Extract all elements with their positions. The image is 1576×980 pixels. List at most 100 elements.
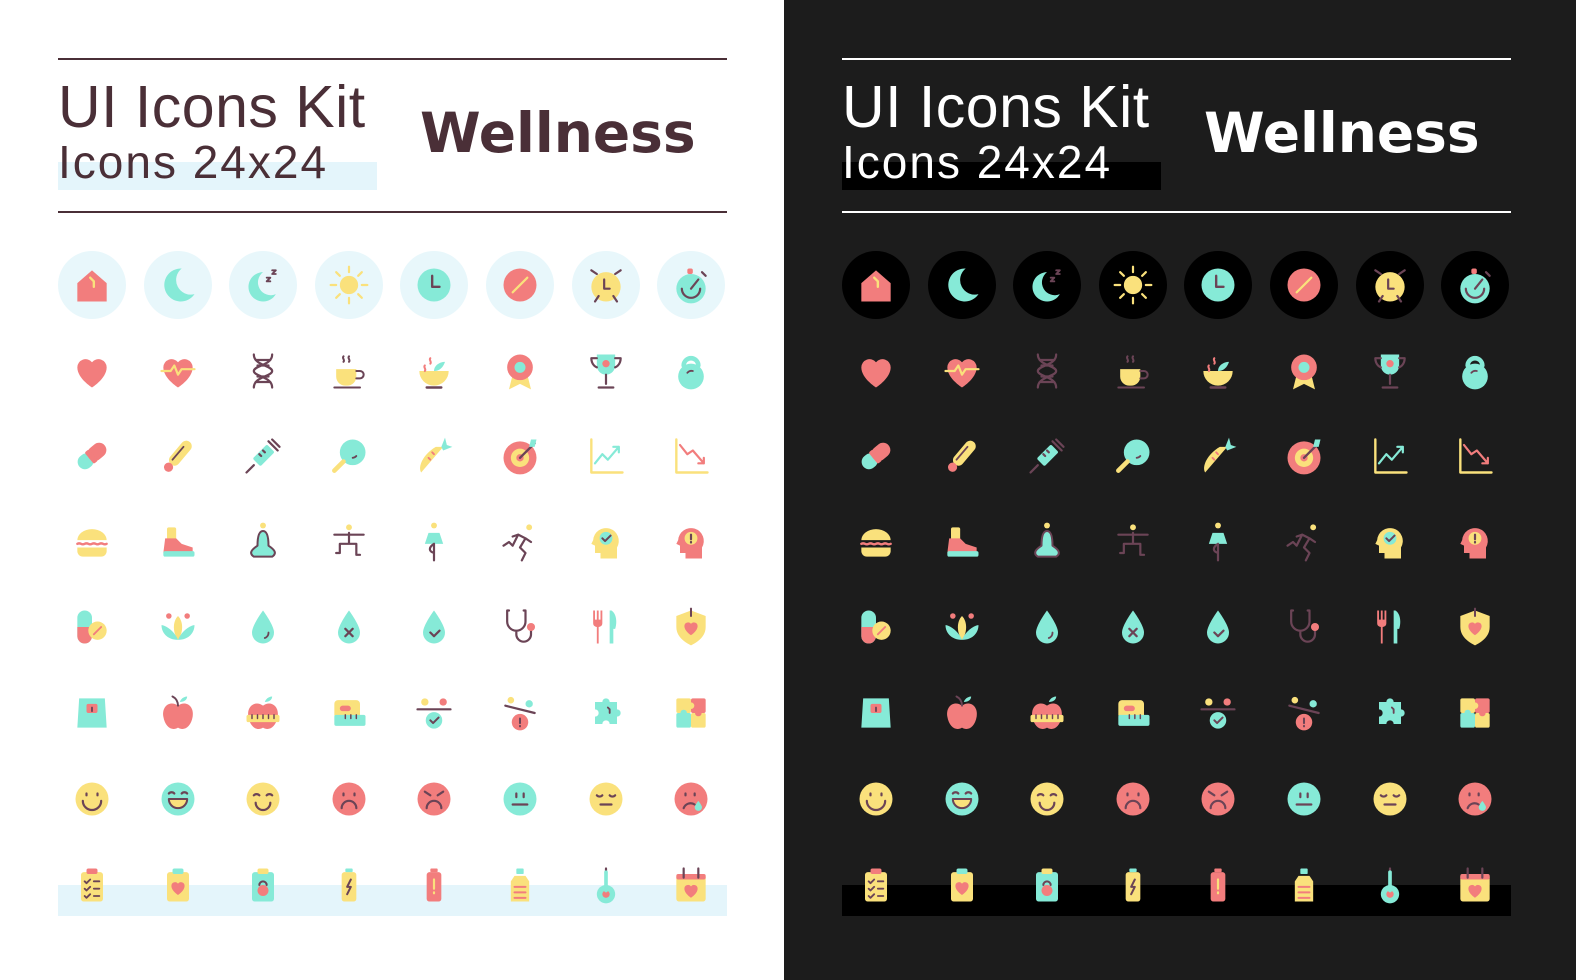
sun-icon (315, 251, 383, 319)
trophy-glyph (590, 354, 622, 389)
clock-glyph (417, 268, 451, 302)
running-glyph (1286, 524, 1317, 562)
lollipop-glyph (1116, 439, 1150, 473)
stethoscope-glyph (1290, 609, 1320, 643)
sad-glyph (1116, 782, 1150, 816)
battery-charge-icon (1099, 851, 1167, 919)
trophy-icon (1356, 337, 1424, 405)
pills-glyph (861, 610, 891, 644)
home-icon (58, 251, 126, 319)
health-shield-glyph (1460, 607, 1490, 646)
calendar-heart-icon (657, 851, 725, 919)
apple-glyph (947, 695, 977, 730)
capsule-icon (58, 422, 126, 490)
clipboard-kettlebell-icon (1013, 851, 1081, 919)
chart-up-icon (1356, 422, 1424, 490)
dna-glyph (252, 353, 274, 389)
lotus-icon (928, 593, 996, 661)
heartbeat-icon (928, 337, 996, 405)
target-icon (1270, 422, 1338, 490)
water-drop-glyph (252, 610, 274, 644)
mental-health-check-icon (572, 508, 640, 576)
sad-icon (315, 765, 383, 833)
pill-tablet-icon (486, 251, 554, 319)
moon-icon (928, 251, 996, 319)
mental-health-alert-icon (657, 508, 725, 576)
syringe-icon (1013, 422, 1081, 490)
yoga-stretch-icon (315, 508, 383, 576)
weight-scale-icon (842, 679, 910, 747)
calm-icon (572, 765, 640, 833)
tea-cup-glyph (1117, 355, 1149, 389)
thermometer-low-icon (572, 851, 640, 919)
measuring-tape-glyph (334, 700, 366, 726)
carrot-icon (1184, 422, 1252, 490)
clipboard-kettlebell-icon (229, 851, 297, 919)
weight-scale-glyph (861, 698, 891, 728)
battery-charge-glyph (1125, 868, 1141, 902)
lollipop-icon (315, 422, 383, 490)
puzzle-glyph (1460, 698, 1490, 728)
heart-glyph (861, 359, 891, 388)
mental-health-alert-glyph (676, 528, 704, 559)
sleep-icon (1013, 251, 1081, 319)
lollipop-glyph (332, 439, 366, 473)
home-glyph (861, 270, 891, 302)
sleep-glyph (1032, 269, 1061, 302)
puzzle-piece-glyph (595, 698, 621, 724)
pills-icon (842, 593, 910, 661)
health-shield-icon (657, 593, 725, 661)
capsule-glyph (861, 442, 891, 470)
water-drop-check-icon (400, 593, 468, 661)
tea-cup-icon (315, 337, 383, 405)
neutral-icon (486, 765, 554, 833)
tea-cup-icon (1099, 337, 1167, 405)
laugh-icon (144, 765, 212, 833)
sleep-glyph (248, 269, 277, 302)
burger-icon (58, 508, 126, 576)
health-shield-glyph (676, 607, 706, 646)
heart-icon (58, 337, 126, 405)
stethoscope-icon (486, 593, 554, 661)
neutral-glyph (1287, 782, 1321, 816)
healthy-bowl-icon (1184, 337, 1252, 405)
dna-icon (1013, 337, 1081, 405)
sad-icon (1099, 765, 1167, 833)
thermometer-low-glyph (1380, 867, 1400, 904)
angry-icon (400, 765, 468, 833)
water-bottle-icon (486, 851, 554, 919)
award-badge-glyph (507, 354, 533, 390)
burger-glyph (76, 529, 108, 557)
home-glyph (77, 270, 107, 302)
battery-charge-glyph (341, 868, 357, 902)
water-bottle-glyph (1294, 868, 1314, 902)
lotus-glyph (945, 613, 979, 640)
sleep-icon (229, 251, 297, 319)
healthy-bowl-icon (400, 337, 468, 405)
carrot-glyph (1204, 437, 1237, 473)
measuring-tape-icon (315, 679, 383, 747)
checklist-icon (842, 851, 910, 919)
clock-icon (400, 251, 468, 319)
calm-glyph (589, 782, 623, 816)
yoga-stretch-glyph (1117, 524, 1149, 556)
apple-icon (144, 679, 212, 747)
heartbeat-icon (144, 337, 212, 405)
crying-glyph (1458, 782, 1492, 816)
mental-health-check-glyph (591, 528, 619, 559)
stopwatch-icon (1441, 251, 1509, 319)
weight-scale-icon (58, 679, 126, 747)
pills-glyph (77, 610, 107, 644)
stopwatch-glyph (676, 268, 707, 304)
angry-glyph (417, 782, 451, 816)
stopwatch-icon (657, 251, 725, 319)
battery-low-icon (400, 851, 468, 919)
home-icon (842, 251, 910, 319)
happy-glyph (246, 782, 280, 816)
smile-glyph (75, 782, 109, 816)
apple-measure-icon (229, 679, 297, 747)
balance-alert-glyph (504, 696, 536, 731)
balance-check-icon (400, 679, 468, 747)
water-drop-icon (229, 593, 297, 661)
dark-panel: UI Icons Kit Icons 24x24 Wellness (784, 0, 1576, 980)
